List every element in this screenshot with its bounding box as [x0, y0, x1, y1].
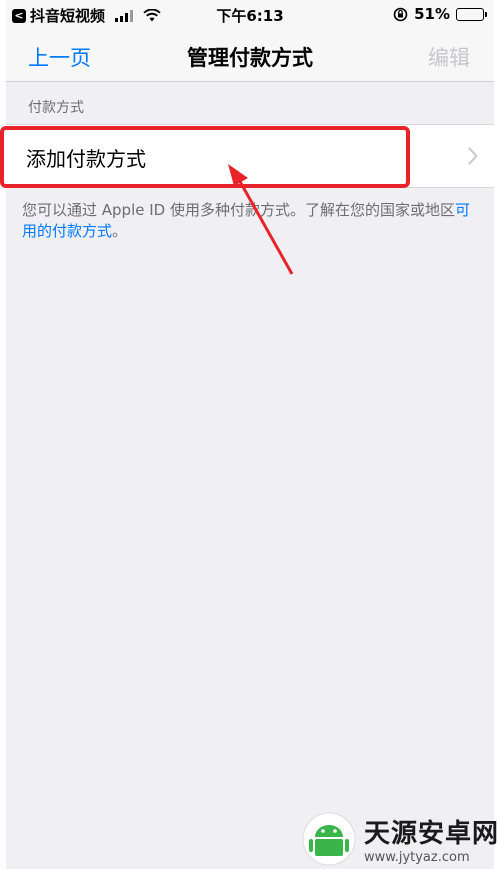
footer-text-after: 。: [112, 222, 128, 240]
rotation-lock-icon: [393, 7, 408, 21]
section-header: 付款方式: [28, 100, 84, 116]
watermark-title: 天源安卓网: [364, 819, 500, 849]
chevron-right-icon: [468, 147, 478, 165]
watermark-text: 天源安卓网 www.jytyaz.com: [364, 813, 499, 865]
status-bar: < 抖音短视频 下午6:13 51%: [6, 0, 494, 30]
edit-button[interactable]: 编辑: [428, 42, 470, 72]
page-title: 管理付款方式: [187, 46, 313, 70]
navigation-bar: 上一页 管理付款方式 编辑: [6, 30, 494, 82]
frame-right: [494, 0, 500, 869]
battery-percent: 51%: [414, 5, 450, 23]
footer-text-before: 您可以通过 Apple ID 使用多种付款方式。了解在您的国家或地区: [22, 201, 455, 219]
status-right: 51%: [393, 5, 487, 23]
battery-icon: [456, 7, 487, 21]
watermark-url: www.jytyaz.com: [364, 850, 470, 865]
annotation-highlight-box: [0, 126, 410, 188]
watermark: 天源安卓网 www.jytyaz.com: [300, 812, 499, 866]
android-logo-icon: [302, 812, 356, 866]
footer-description: 您可以通过 Apple ID 使用多种付款方式。了解在您的国家或地区可用的付款方…: [22, 200, 482, 242]
